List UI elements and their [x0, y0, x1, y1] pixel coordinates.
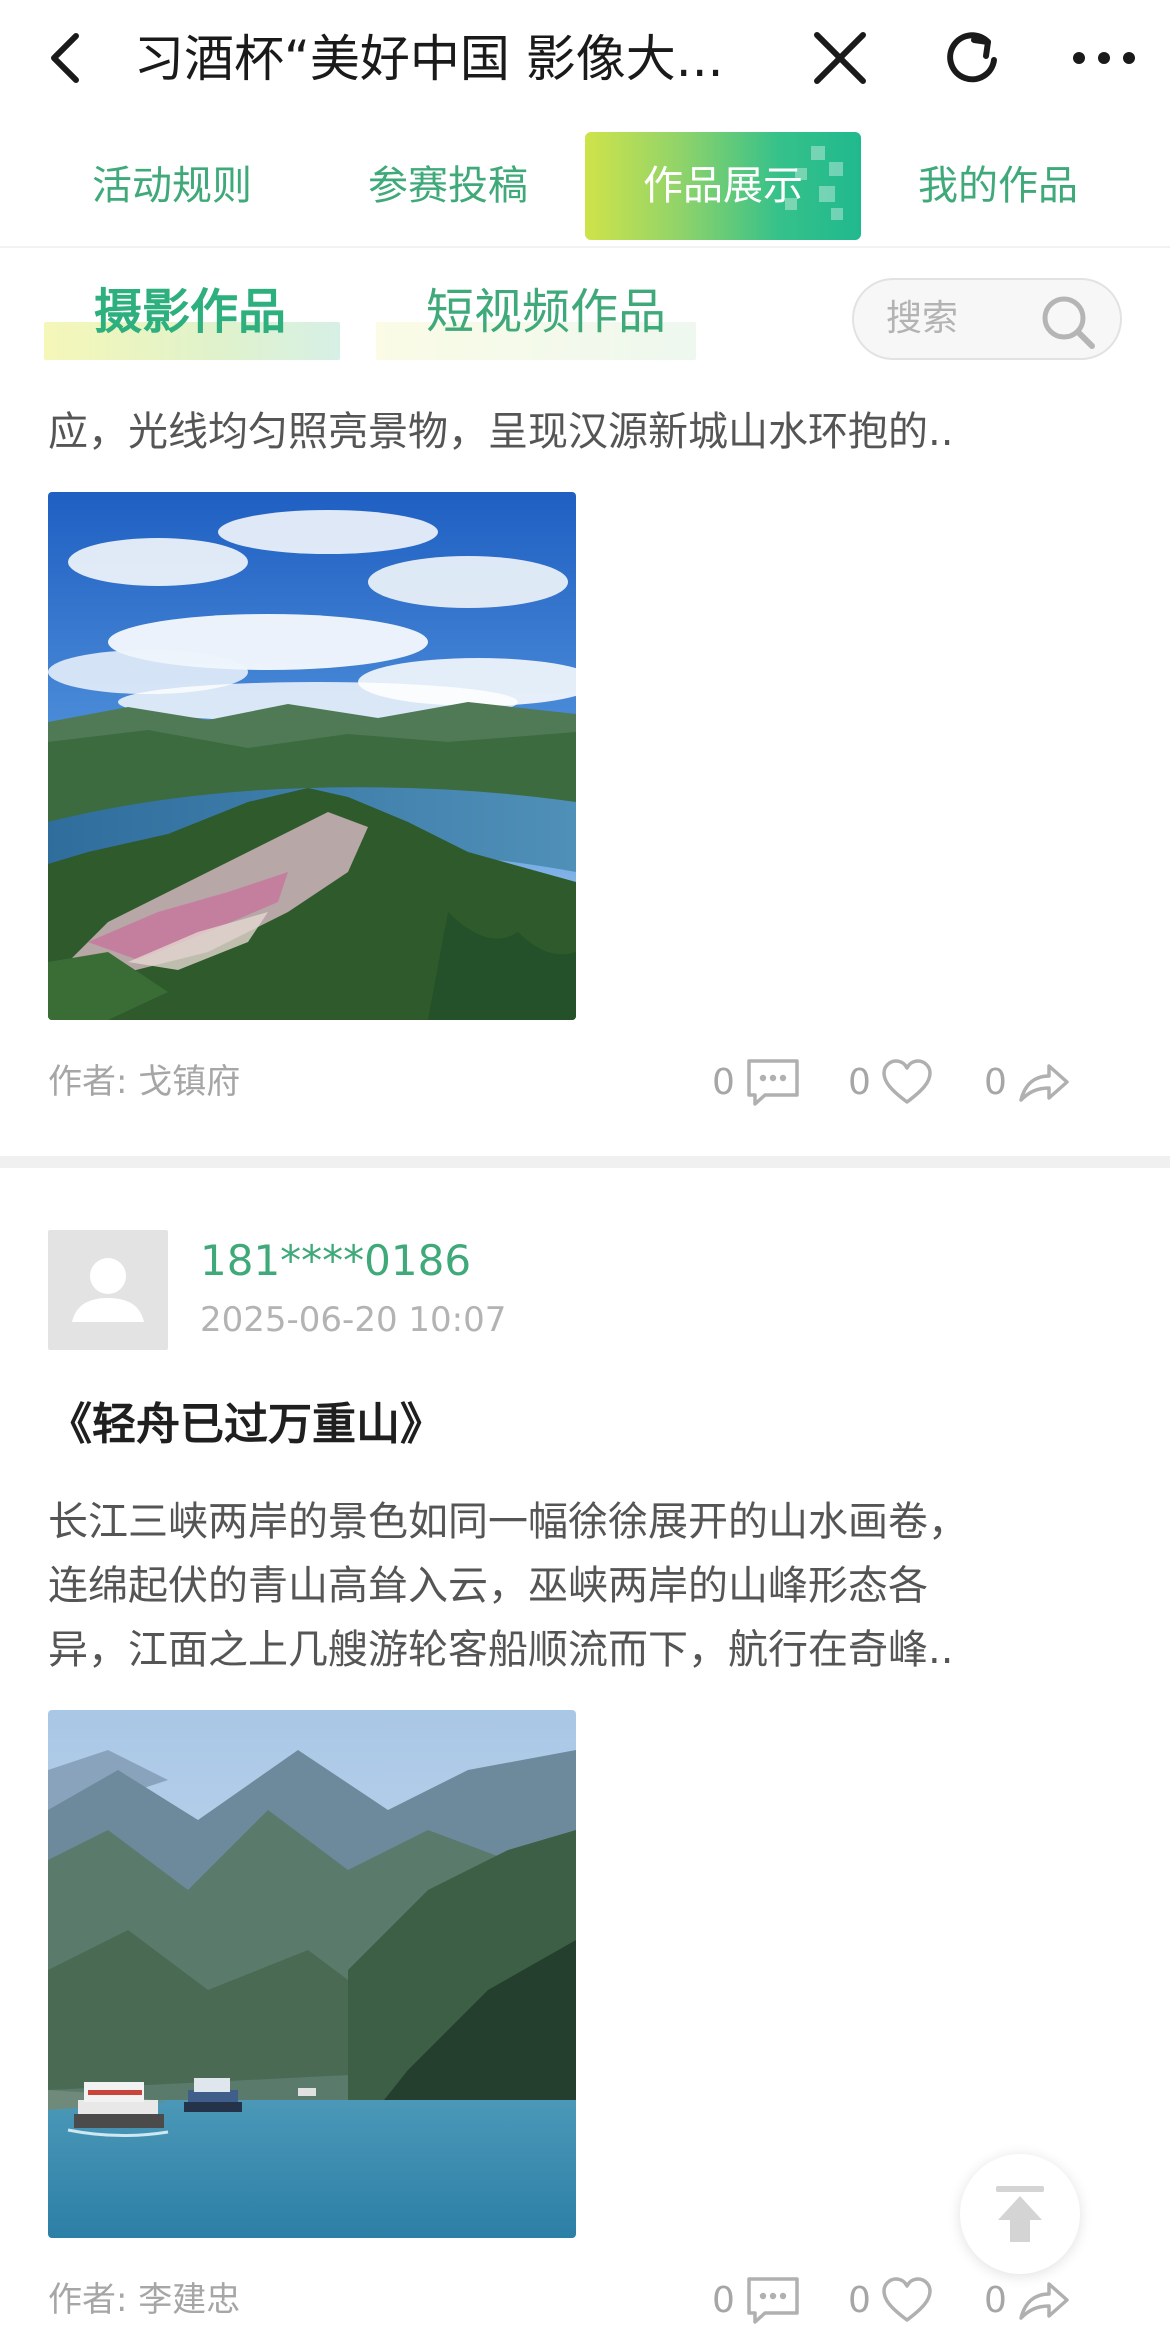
back-to-top-button[interactable] — [960, 2154, 1080, 2274]
close-icon — [814, 32, 866, 84]
subtab-photography-label: 摄影作品 — [94, 284, 287, 340]
like-button[interactable]: 0 — [848, 2260, 933, 2330]
post-meta: 作者: 李建忠 0 0 0 — [48, 2260, 1128, 2330]
search-placeholder: 搜索 — [886, 298, 959, 339]
close-button[interactable] — [808, 26, 872, 90]
landscape-photo-lake-town — [48, 492, 576, 1020]
search-icon[interactable] — [1040, 294, 1096, 350]
post-description-line: 长江三峡两岸的景色如同一幅徐徐展开的山水画卷， — [48, 1499, 968, 1545]
like-button[interactable]: 0 — [848, 1042, 933, 1122]
share-count: 0 — [984, 2279, 1007, 2321]
comment-count: 0 — [712, 1061, 735, 1103]
post-author: 作者: 李建忠 — [48, 2280, 241, 2320]
comment-button[interactable]: 0 — [712, 2260, 801, 2330]
like-count: 0 — [848, 2279, 871, 2321]
tab-activity-rules[interactable]: 活动规则 — [34, 132, 310, 240]
tab-my-works[interactable]: 我的作品 — [860, 132, 1136, 240]
post-title[interactable]: 《轻舟已过万重山》 — [48, 1390, 444, 1460]
post-time: 2025-06-20 10:07 — [200, 1300, 507, 1340]
refresh-icon — [947, 32, 997, 83]
chevron-left-icon — [51, 33, 79, 83]
avatar[interactable] — [48, 1230, 168, 1350]
like-count: 0 — [848, 1061, 871, 1103]
post-meta: 作者: 戈镇府 0 0 0 — [48, 1042, 1128, 1122]
back-to-top-icon — [996, 2186, 1044, 2242]
back-button[interactable] — [40, 28, 90, 88]
share-button[interactable]: 0 — [984, 1042, 1071, 1122]
subtab-short-video[interactable]: 短视频作品 — [376, 272, 700, 360]
search-input[interactable]: 搜索 — [852, 278, 1122, 360]
comment-button[interactable]: 0 — [712, 1042, 801, 1122]
refresh-button[interactable] — [940, 26, 1004, 90]
share-count: 0 — [984, 1061, 1007, 1103]
comment-icon — [747, 1059, 799, 1106]
share-icon — [1019, 1064, 1069, 1102]
heart-icon — [882, 1059, 932, 1104]
nav-bar: 习酒杯“美好中国 影像大... — [0, 0, 1170, 118]
post-description-line: 连绵起伏的青山高耸入云，巫峡两岸的山峰形态各 — [48, 1563, 928, 1609]
share-icon — [1019, 2282, 1069, 2320]
post-username[interactable]: 181****0186 — [200, 1230, 471, 1292]
top-tab-bar: 活动规则 参赛投稿 作品展示 我的作品 — [0, 122, 1170, 248]
post-description: 应，光线均匀照亮景物，呈现汉源新城山水环抱的.. — [48, 409, 954, 455]
post-description-line: 异，江面之上几艘游轮客船顺流而下，航行在奇峰.. — [48, 1627, 954, 1673]
tab-submit-entry[interactable]: 参赛投稿 — [310, 132, 586, 240]
tab-works-showcase[interactable]: 作品展示 — [585, 132, 861, 240]
page-title: 习酒杯“美好中国 影像大... — [134, 30, 724, 88]
user-avatar-icon — [72, 1258, 144, 1322]
subtab-photography[interactable]: 摄影作品 — [44, 272, 348, 360]
tab-works-showcase-label: 作品展示 — [643, 163, 803, 209]
post-photo[interactable] — [48, 492, 576, 1020]
post-author: 作者: 戈镇府 — [48, 1062, 241, 1102]
post-description: 长江三峡两岸的景色如同一幅徐徐展开的山水画卷， 连绵起伏的青山高耸入云，巫峡两岸… — [48, 1490, 1128, 1682]
subtab-short-video-label: 短视频作品 — [426, 284, 667, 340]
post-photo[interactable] — [48, 1710, 576, 2238]
more-horizontal-icon — [1073, 52, 1135, 64]
more-button[interactable] — [1068, 26, 1140, 90]
landscape-photo-gorge-boats — [48, 1710, 576, 2238]
heart-icon — [882, 2277, 932, 2322]
post-divider — [0, 1156, 1170, 1168]
comment-icon — [747, 2277, 799, 2324]
comment-count: 0 — [712, 2279, 735, 2321]
